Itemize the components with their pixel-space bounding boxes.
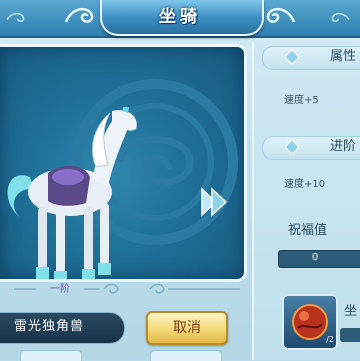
swirl-ornament-icon: [331, 12, 350, 22]
window-title: 坐骑: [159, 7, 201, 27]
next-mount-arrow-icon[interactable]: [198, 185, 228, 219]
section-diamond-icon: [284, 139, 300, 155]
mount-window: 坐骑 一阶 雷光独角兽 取消 属性 速度+5 进阶 速度+10 祝福值 0 /2…: [0, 0, 360, 361]
advance-speed-stat: 速度+10: [284, 179, 326, 190]
advance-title: 进阶: [330, 139, 357, 154]
unicorn-mount-image: [7, 107, 137, 279]
section-diamond-icon: [284, 49, 300, 65]
blessing-label: 祝福值: [288, 223, 328, 238]
cancel-button[interactable]: 取消: [146, 311, 228, 345]
side-value-bar: [340, 328, 360, 342]
tier-divider: [14, 283, 240, 294]
attributes-title: 属性: [330, 49, 357, 64]
bottom-tab-strip: [0, 350, 244, 361]
mount-name: 雷光独角兽: [14, 319, 85, 334]
mount-display-panel: [0, 44, 247, 282]
side-label: 坐: [344, 304, 358, 319]
swirl-ornament-icon: [266, 8, 296, 23]
swirl-ornament-icon: [64, 8, 94, 23]
item-count: /2: [326, 335, 334, 344]
attributes-speed-stat: 速度+5: [284, 95, 319, 106]
mount-tier: 一阶: [50, 284, 70, 295]
blessing-value: 0: [311, 252, 319, 263]
bottom-tab[interactable]: [150, 350, 222, 361]
bottom-tab[interactable]: [20, 350, 82, 361]
swirl-ornament-icon: [6, 12, 25, 22]
